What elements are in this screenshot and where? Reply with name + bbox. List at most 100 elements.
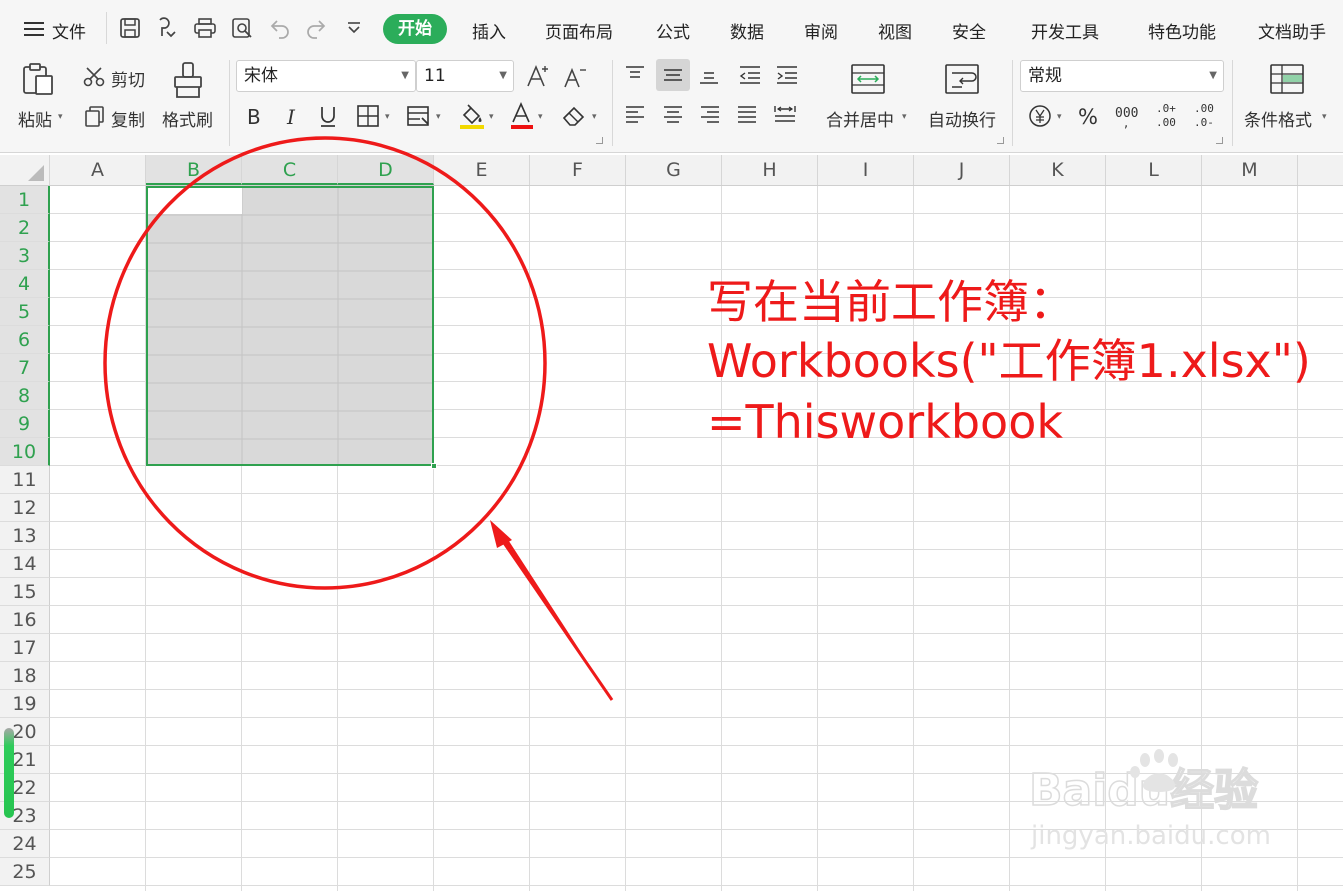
eraser-icon[interactable] — [561, 104, 587, 128]
file-menu[interactable]: 文件 — [52, 18, 86, 43]
tab-formulas[interactable]: 公式 — [656, 18, 690, 43]
paste-button[interactable]: 粘贴 — [18, 106, 52, 131]
fill-color-icon[interactable] — [458, 102, 486, 130]
column-header-b[interactable]: B — [146, 155, 242, 185]
align-top-icon[interactable] — [624, 64, 646, 84]
select-all-corner[interactable] — [0, 155, 50, 185]
decrease-indent-icon[interactable] — [738, 64, 762, 86]
percent-icon[interactable]: % — [1077, 104, 1103, 128]
underline-icon[interactable] — [317, 104, 339, 128]
merge-center-icon[interactable] — [850, 63, 886, 95]
row-header-10[interactable]: 10 — [0, 438, 50, 466]
column-header-h[interactable]: H — [722, 155, 818, 185]
tab-view[interactable]: 视图 — [878, 18, 912, 43]
hamburger-menu-icon[interactable] — [22, 17, 46, 41]
decrease-font-size-icon[interactable] — [563, 66, 587, 88]
column-header-e[interactable]: E — [434, 155, 530, 185]
cell-style-dropdown-icon[interactable]: ▾ — [436, 112, 441, 122]
increase-indent-icon[interactable] — [775, 64, 799, 86]
row-header-2[interactable]: 2 — [0, 214, 50, 242]
row-header-9[interactable]: 9 — [0, 410, 50, 438]
paste-dropdown-icon[interactable]: ▾ — [58, 112, 63, 122]
justify-icon[interactable] — [736, 105, 758, 125]
column-header-j[interactable]: J — [914, 155, 1010, 185]
font-name-select[interactable]: 宋体 ▼ — [236, 60, 416, 92]
row-header-1[interactable]: 1 — [0, 186, 50, 214]
align-bottom-icon[interactable] — [698, 64, 720, 86]
align-center-icon[interactable] — [662, 105, 684, 125]
align-middle-icon[interactable] — [656, 59, 690, 91]
wrap-text-button[interactable]: 自动换行 — [928, 106, 996, 131]
increase-decimal-icon[interactable]: .0+ .00 — [1154, 100, 1180, 130]
alignment-dialog-launcher-icon[interactable] — [997, 137, 1004, 144]
row-header-15[interactable]: 15 — [0, 578, 50, 606]
row-header-7[interactable]: 7 — [0, 354, 50, 382]
row-header-12[interactable]: 12 — [0, 494, 50, 522]
column-header-l[interactable]: L — [1106, 155, 1202, 185]
paste-icon[interactable] — [20, 61, 56, 97]
selected-range-b1-d10[interactable] — [146, 186, 434, 466]
currency-icon[interactable] — [1028, 104, 1052, 128]
print-preview-icon[interactable] — [230, 16, 254, 40]
row-header-25[interactable]: 25 — [0, 858, 50, 886]
italic-icon[interactable]: I — [282, 104, 304, 128]
tab-special-features[interactable]: 特色功能 — [1148, 18, 1216, 43]
row-header-4[interactable]: 4 — [0, 270, 50, 298]
format-painter-icon[interactable] — [172, 61, 206, 99]
customize-quick-access-icon[interactable] — [342, 16, 366, 40]
format-output-icon[interactable] — [155, 16, 179, 40]
thousands-separator-icon[interactable]: 000, — [1114, 102, 1142, 130]
cell-style-icon[interactable] — [406, 104, 432, 128]
column-header-m[interactable]: M — [1202, 155, 1298, 185]
row-header-14[interactable]: 14 — [0, 550, 50, 578]
row-header-5[interactable]: 5 — [0, 298, 50, 326]
column-header-d[interactable]: D — [338, 155, 434, 185]
row-header-11[interactable]: 11 — [0, 466, 50, 494]
tab-home[interactable]: 开始 — [383, 14, 447, 44]
conditional-format-button[interactable]: 条件格式 — [1244, 106, 1312, 131]
tab-page-layout[interactable]: 页面布局 — [545, 18, 613, 43]
fill-handle[interactable] — [431, 463, 437, 469]
font-size-select[interactable]: 11 ▼ — [416, 60, 514, 92]
row-header-13[interactable]: 13 — [0, 522, 50, 550]
column-header-a[interactable]: A — [50, 155, 146, 185]
column-header-k[interactable]: K — [1010, 155, 1106, 185]
copy-button[interactable]: 复制 — [111, 106, 145, 131]
number-dialog-launcher-icon[interactable] — [1216, 137, 1223, 144]
row-header-6[interactable]: 6 — [0, 326, 50, 354]
increase-font-size-icon[interactable] — [526, 64, 550, 88]
font-dialog-launcher-icon[interactable] — [596, 137, 603, 144]
align-left-icon[interactable] — [624, 105, 646, 125]
merge-center-button[interactable]: 合并居中 — [826, 106, 894, 131]
align-right-icon[interactable] — [699, 105, 721, 125]
clear-dropdown-icon[interactable]: ▾ — [592, 112, 597, 122]
redo-icon[interactable] — [304, 16, 328, 40]
row-header-16[interactable]: 16 — [0, 606, 50, 634]
cut-button[interactable]: 剪切 — [111, 66, 145, 91]
row-header-3[interactable]: 3 — [0, 242, 50, 270]
row-header-18[interactable]: 18 — [0, 662, 50, 690]
row-header-19[interactable]: 19 — [0, 690, 50, 718]
tab-doc-assistant[interactable]: 文档助手 — [1258, 18, 1326, 43]
scissors-icon[interactable] — [83, 66, 105, 88]
row-header-17[interactable]: 17 — [0, 634, 50, 662]
format-painter-button[interactable]: 格式刷 — [162, 106, 213, 131]
fill-color-dropdown-icon[interactable]: ▾ — [489, 112, 494, 122]
column-header-f[interactable]: F — [530, 155, 626, 185]
print-icon[interactable] — [193, 16, 217, 40]
tab-insert[interactable]: 插入 — [472, 18, 506, 43]
conditional-format-icon[interactable] — [1269, 63, 1305, 95]
borders-dropdown-icon[interactable]: ▾ — [385, 112, 390, 122]
conditional-format-dropdown-icon[interactable]: ▾ — [1322, 112, 1327, 122]
decrease-decimal-icon[interactable]: .00.0- — [1192, 100, 1218, 130]
copy-icon[interactable] — [84, 105, 106, 127]
tab-developer[interactable]: 开发工具 — [1031, 18, 1099, 43]
font-color-dropdown-icon[interactable]: ▾ — [538, 112, 543, 122]
bold-icon[interactable]: B — [244, 104, 266, 128]
wrap-text-icon[interactable] — [944, 63, 980, 95]
borders-icon[interactable] — [356, 104, 380, 128]
scrollbar-thumb[interactable] — [4, 728, 14, 818]
column-header-i[interactable]: I — [818, 155, 914, 185]
column-header-c[interactable]: C — [242, 155, 338, 185]
currency-dropdown-icon[interactable]: ▾ — [1057, 112, 1062, 122]
